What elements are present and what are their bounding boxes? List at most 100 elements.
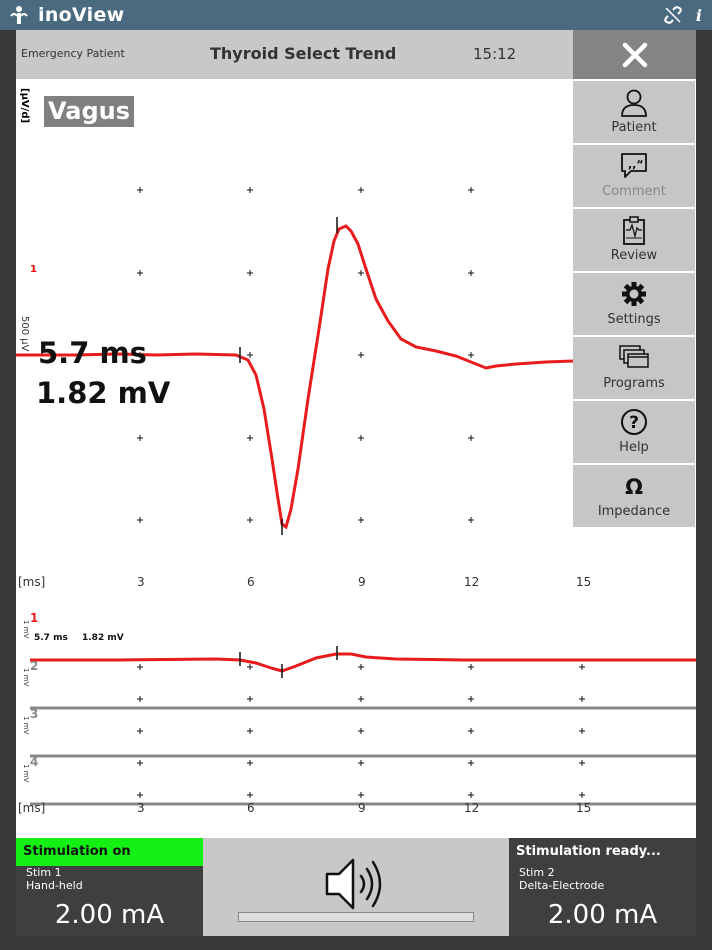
main-time-axis: [ms] 3 6 9 12 15 xyxy=(16,575,696,595)
trend-channel-3-number: 3 xyxy=(30,707,39,721)
axis-tick: 15 xyxy=(576,575,592,589)
close-icon xyxy=(622,42,647,67)
sound-button[interactable] xyxy=(203,838,509,936)
grid-cross xyxy=(358,187,364,193)
trend-channel-2-number: 2 xyxy=(30,659,39,673)
help-button-label: Help xyxy=(619,440,649,455)
stim2-status: Stimulation ready... xyxy=(509,838,696,866)
axis-tick: 6 xyxy=(247,801,255,815)
grid-cross xyxy=(358,696,364,702)
stim1-name: Stim 1 xyxy=(26,866,62,879)
clipboard-wave-icon xyxy=(623,216,645,245)
gear-icon xyxy=(622,282,646,306)
grid-cross xyxy=(247,664,253,670)
grid-cross xyxy=(247,435,253,441)
programs-button[interactable]: Programs xyxy=(573,337,695,399)
grid-cross xyxy=(468,517,474,523)
main-grid xyxy=(137,187,474,523)
axis-tick: 9 xyxy=(358,575,366,589)
settings-button-label: Settings xyxy=(607,312,661,327)
speaker-icon xyxy=(325,858,382,910)
stim1-current: 2.00 mA xyxy=(54,900,165,930)
svg-text:?: ? xyxy=(629,413,639,433)
grid-cross xyxy=(468,664,474,670)
unlink-icon[interactable] xyxy=(664,6,682,24)
grid-cross xyxy=(358,517,364,523)
grid-cross xyxy=(468,760,474,766)
trend-trace-1 xyxy=(30,652,696,673)
trend-amplitude: 1.82 mV xyxy=(82,633,124,643)
channel-name-label: Vagus xyxy=(44,96,135,127)
header-bar: Emergency Patient Thyroid Select Trend 1… xyxy=(16,30,573,79)
grid-cross xyxy=(358,664,364,670)
main-frame: Emergency Patient Thyroid Select Trend 1… xyxy=(16,30,696,940)
stacked-windows-icon xyxy=(619,345,649,368)
svg-text:Ω: Ω xyxy=(625,475,643,499)
patient-name: Emergency Patient xyxy=(21,47,125,60)
unit-label: [µV/d] xyxy=(19,88,30,124)
amplitude-value: 1.82 mV xyxy=(36,376,171,410)
stim1-panel[interactable]: Stimulation on Stim 1 Hand-held 2.00 mA xyxy=(16,838,203,936)
grid-cross xyxy=(137,664,143,670)
grid-cross xyxy=(247,792,253,798)
page-title: Thyroid Select Trend xyxy=(210,44,397,63)
trend-latency: 5.7 ms xyxy=(34,633,68,643)
svg-text:,,“: ,,“ xyxy=(628,158,644,171)
stim1-electrode: Hand-held xyxy=(26,879,83,892)
grid-cross xyxy=(358,435,364,441)
grid-cross xyxy=(137,270,143,276)
impedance-button[interactable]: Ω Impedance xyxy=(573,465,695,527)
neuro-logo-icon xyxy=(10,6,28,24)
grid-cross xyxy=(468,270,474,276)
grid-cross xyxy=(579,792,585,798)
settings-button[interactable]: Settings xyxy=(573,273,695,335)
grid-cross xyxy=(137,792,143,798)
comment-button-label: Comment xyxy=(602,184,666,199)
clock: 15:12 xyxy=(473,45,517,63)
help-button[interactable]: ? Help xyxy=(573,401,695,463)
grid-cross xyxy=(358,270,364,276)
info-icon[interactable]: i xyxy=(696,6,702,25)
stimulation-bar: Stimulation on Stim 1 Hand-held 2.00 mA … xyxy=(16,838,696,940)
comment-button[interactable]: ,,“ Comment xyxy=(573,145,695,207)
review-button-label: Review xyxy=(610,248,658,263)
axis-tick: 9 xyxy=(358,801,366,815)
axis-tick: 3 xyxy=(137,801,145,815)
side-menu: Patient ,,“ Comment Review Settings Prog… xyxy=(573,81,696,529)
grid-cross xyxy=(137,517,143,523)
patient-button[interactable]: Patient xyxy=(573,81,695,143)
patient-button-label: Patient xyxy=(611,120,657,135)
axis-tick: 15 xyxy=(576,801,592,815)
grid-cross xyxy=(468,187,474,193)
grid-cross xyxy=(137,187,143,193)
axis-unit: [ms] xyxy=(18,801,46,815)
grid-cross xyxy=(468,352,474,358)
grid-cross xyxy=(358,792,364,798)
axis-tick: 12 xyxy=(464,575,480,589)
axis-tick: 6 xyxy=(247,575,255,589)
grid-cross xyxy=(579,696,585,702)
volume-bar[interactable] xyxy=(238,912,474,922)
grid-cross xyxy=(579,728,585,734)
grid-cross xyxy=(247,760,253,766)
latency-value: 5.7 ms xyxy=(38,336,147,370)
close-button[interactable] xyxy=(573,30,696,79)
stim2-name: Stim 2 xyxy=(519,866,555,879)
grid-cross xyxy=(137,728,143,734)
grid-cross xyxy=(468,792,474,798)
trend-channel-3-scale: 1 mV xyxy=(22,716,30,735)
grid-cross xyxy=(358,352,364,358)
trend-channel-1-scale: 1 mV xyxy=(22,620,30,639)
grid-cross xyxy=(247,517,253,523)
grid-cross xyxy=(137,696,143,702)
channel-scale: 500 µV xyxy=(19,316,30,352)
review-button[interactable]: Review xyxy=(573,209,695,271)
channel-number: 1 xyxy=(30,264,37,275)
trend-channel-2-scale: 1 mV xyxy=(22,668,30,687)
title-bar: inoView i xyxy=(0,0,712,30)
grid-cross xyxy=(468,435,474,441)
stim2-panel[interactable]: Stimulation ready... Stim 2 Delta-Electr… xyxy=(509,838,696,936)
trend-time-axis: [ms] 3 6 9 12 15 xyxy=(16,801,696,821)
grid-cross xyxy=(247,270,253,276)
grid-cross xyxy=(358,760,364,766)
